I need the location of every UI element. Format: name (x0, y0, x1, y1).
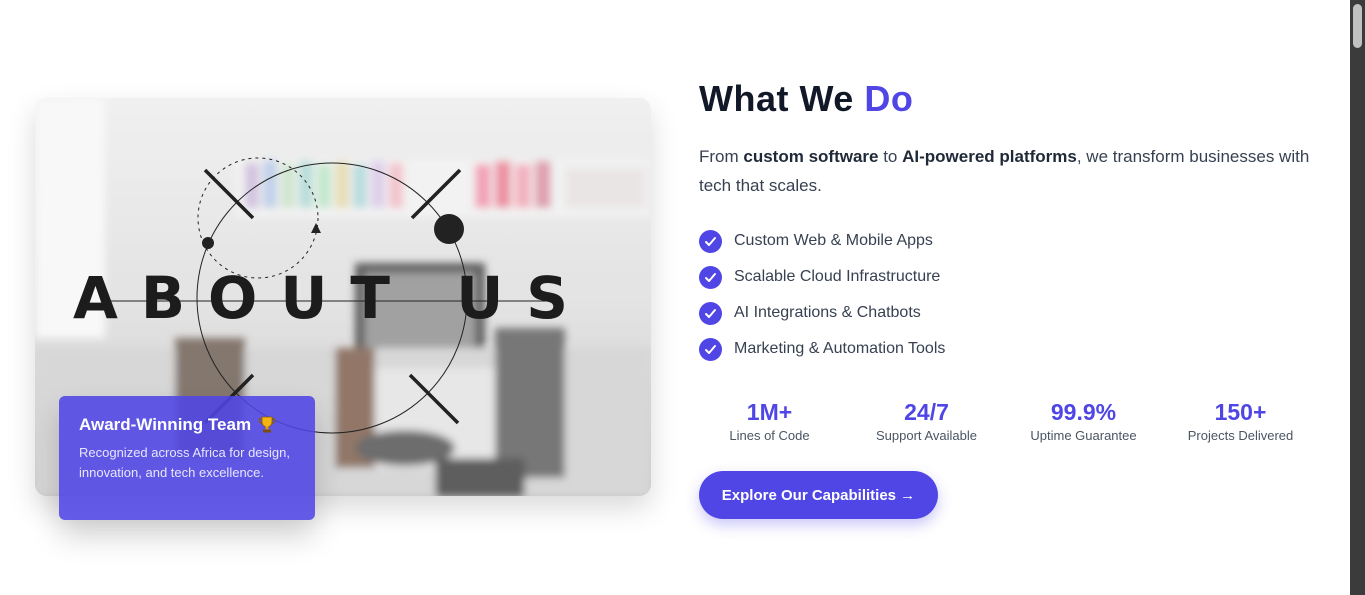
feature-item: Scalable Cloud Infrastructure (699, 259, 945, 295)
section-heading: What We Do (699, 78, 913, 120)
page-scrollbar[interactable] (1350, 0, 1365, 595)
stat-support: 24/7 Support Available (848, 398, 1005, 443)
stat-label: Support Available (876, 428, 977, 443)
heading-main: What We (699, 78, 854, 119)
stat-label: Lines of Code (729, 428, 810, 443)
stat-value: 1M+ (746, 399, 793, 425)
feature-label: Scalable Cloud Infrastructure (734, 268, 941, 285)
intro-text-1: From (699, 147, 744, 166)
intro-bold-2: AI-powered platforms (902, 147, 1077, 166)
award-title: Award-Winning Team (79, 414, 295, 436)
about-us-title: ABOUT US (73, 264, 591, 332)
feature-item: Custom Web & Mobile Apps (699, 223, 945, 259)
check-circle-icon (699, 301, 722, 325)
check-circle-icon (699, 337, 722, 361)
stat-value: 150+ (1214, 399, 1267, 425)
stat-label: Uptime Guarantee (1030, 428, 1137, 443)
award-title-text: Award-Winning Team (79, 415, 252, 434)
stat-value: 99.9% (1050, 399, 1117, 425)
section-intro: From custom software to AI-powered platf… (699, 142, 1319, 200)
feature-label: Custom Web & Mobile Apps (734, 232, 933, 249)
stat-label: Projects Delivered (1187, 428, 1294, 443)
feature-label: Marketing & Automation Tools (734, 340, 946, 357)
explore-capabilities-button[interactable]: Explore Our Capabilities → (699, 471, 938, 519)
stat-uptime: 99.9% Uptime Guarantee (1005, 398, 1162, 443)
stat-value: 24/7 (904, 399, 949, 425)
stat-lines-of-code: 1M+ Lines of Code (691, 398, 848, 443)
intro-text-2: to (878, 147, 903, 166)
feature-list: Custom Web & Mobile Apps Scalable Cloud … (699, 223, 945, 367)
intro-bold-1: custom software (743, 147, 879, 166)
check-circle-icon (699, 265, 722, 289)
feature-label: AI Integrations & Chatbots (734, 304, 921, 321)
feature-item: AI Integrations & Chatbots (699, 295, 945, 331)
stat-projects: 150+ Projects Delivered (1162, 398, 1319, 443)
trophy-icon (258, 416, 276, 433)
stats-row: 1M+ Lines of Code 24/7 Support Available… (691, 398, 1321, 443)
award-description: Recognized across Africa for design, inn… (79, 445, 290, 480)
check-circle-icon (699, 229, 722, 253)
award-card: Award-Winning Team Recognized across Afr… (59, 396, 315, 520)
feature-item: Marketing & Automation Tools (699, 331, 945, 367)
page: ABOUT US Award-Winning Team Recognized a… (0, 0, 1365, 595)
heading-accent: Do (864, 78, 914, 119)
scrollbar-thumb[interactable] (1353, 4, 1362, 48)
